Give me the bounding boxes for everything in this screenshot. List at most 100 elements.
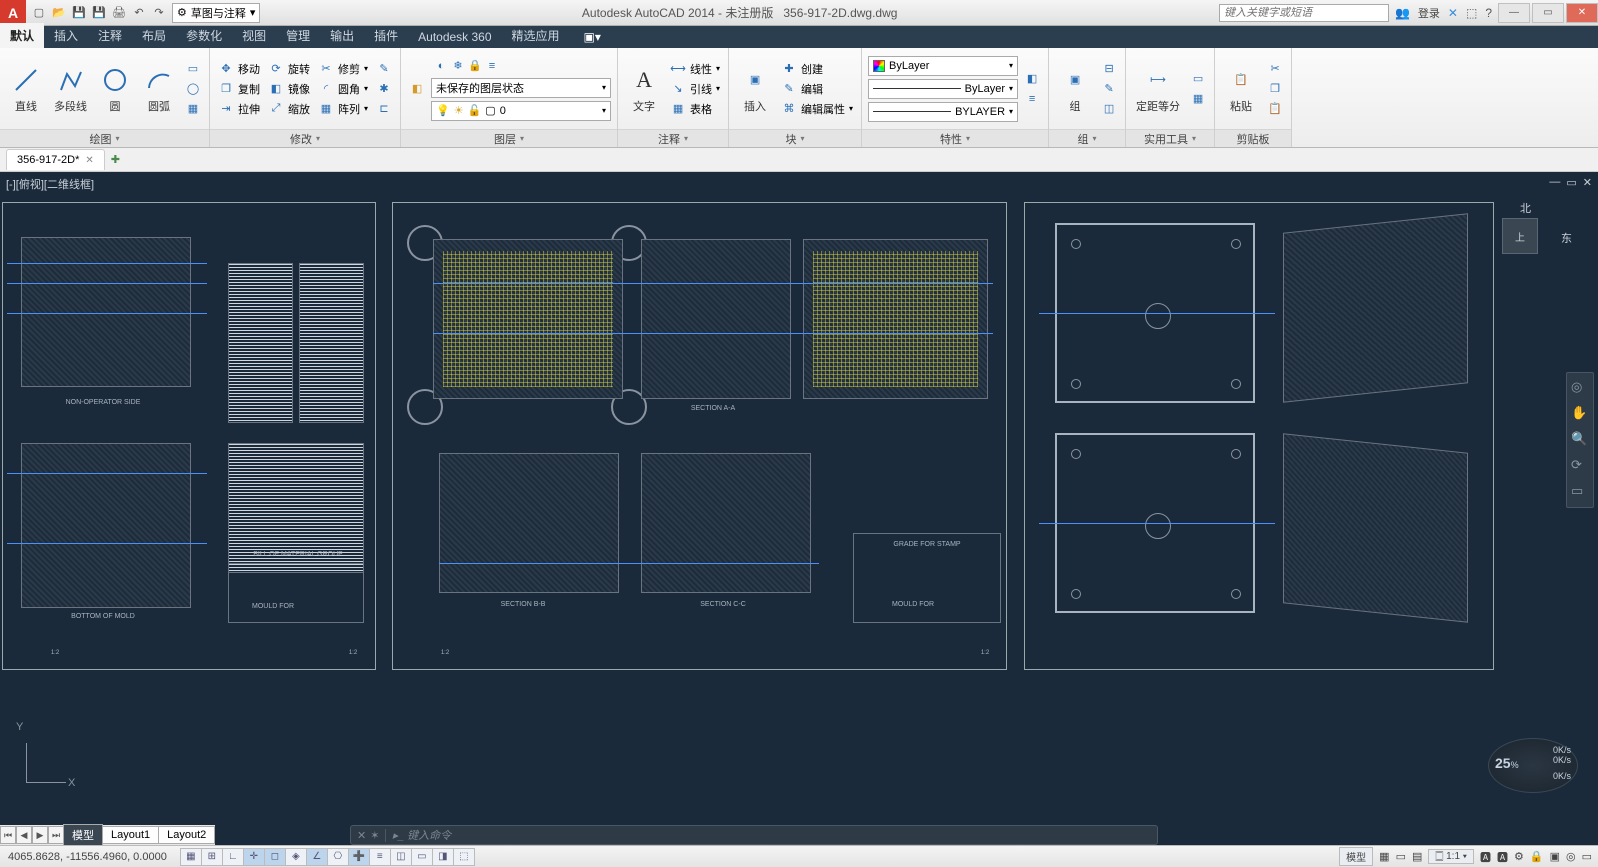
- ribbon-tab-manage[interactable]: 管理: [276, 23, 320, 48]
- ungroup-icon[interactable]: ⊟: [1099, 60, 1119, 78]
- layout-tab-model[interactable]: 模型: [63, 824, 103, 846]
- hatch-icon[interactable]: ▦: [183, 100, 203, 118]
- select-icon[interactable]: ▭: [1188, 70, 1208, 88]
- 3dosnap-toggle[interactable]: ◈: [285, 848, 307, 866]
- layer-current-combo[interactable]: 💡☀🔓▢0▾: [431, 101, 611, 121]
- erase-icon[interactable]: ✎: [374, 60, 394, 78]
- layout-tab-1[interactable]: Layout1: [102, 826, 159, 844]
- nav-zoom-icon[interactable]: 🔍: [1571, 431, 1589, 449]
- ribbon-tab-layout[interactable]: 布局: [132, 23, 176, 48]
- view-cube[interactable]: 北 东 上: [1492, 208, 1562, 278]
- layout-last-icon[interactable]: ⏭: [48, 826, 64, 844]
- otrack-toggle[interactable]: ∠: [306, 848, 328, 866]
- layer-state-combo[interactable]: 未保存的图层状态▾: [431, 78, 611, 98]
- ribbon-tab-default[interactable]: 默认: [0, 23, 44, 48]
- dim-linear-button[interactable]: ⟷线性▾: [668, 60, 722, 78]
- copy-clip-icon[interactable]: ❐: [1265, 80, 1285, 98]
- copy-button[interactable]: ❐复制: [216, 80, 262, 98]
- annotation-scale[interactable]: 🀆 1:1 ▾: [1428, 849, 1474, 864]
- ribbon-tab-a360[interactable]: Autodesk 360: [408, 26, 501, 48]
- group-button[interactable]: ▣组: [1055, 62, 1095, 116]
- login-button[interactable]: 登录: [1418, 5, 1440, 21]
- hardware-accel-icon[interactable]: ▣: [1550, 850, 1560, 863]
- exchange-icon[interactable]: ✕: [1448, 6, 1458, 20]
- group-sel-icon[interactable]: ◫: [1099, 100, 1119, 118]
- rotate-button[interactable]: ⟳旋转: [266, 60, 312, 78]
- move-button[interactable]: ✥移动: [216, 60, 262, 78]
- status-grid-icon[interactable]: ▦: [1379, 850, 1389, 863]
- ribbon-tab-insert[interactable]: 插入: [44, 23, 88, 48]
- saveas-icon[interactable]: 💾: [90, 4, 108, 22]
- nav-wheel-icon[interactable]: ◎: [1571, 379, 1589, 397]
- performance-widget[interactable]: 0K/s 25% 0K/s 0K/s: [1488, 738, 1578, 793]
- arc-button[interactable]: 圆弧: [139, 62, 179, 116]
- file-tab-close-icon[interactable]: ✕: [85, 155, 93, 166]
- polar-toggle[interactable]: ✛: [243, 848, 265, 866]
- status-lock-icon[interactable]: 🔒: [1530, 850, 1544, 863]
- layer-match-icon[interactable]: ≡: [484, 58, 500, 74]
- close-button[interactable]: ✕: [1566, 3, 1598, 23]
- table-button[interactable]: ▦表格: [668, 100, 722, 118]
- app-logo[interactable]: A: [0, 0, 26, 26]
- dynin-toggle[interactable]: ➕: [348, 848, 370, 866]
- cmd-opts-icon[interactable]: ✶: [370, 829, 379, 842]
- am-toggle[interactable]: ⬚: [453, 848, 475, 866]
- grid-toggle[interactable]: ⊞: [201, 848, 223, 866]
- print-icon[interactable]: 🖨: [110, 4, 128, 22]
- ribbon-tab-more[interactable]: ▣▾: [574, 26, 611, 48]
- color-combo[interactable]: ByLayer▾: [868, 56, 1018, 76]
- status-annoscale-icon[interactable]: 🅰: [1480, 849, 1491, 865]
- sc-toggle[interactable]: ◨: [432, 848, 454, 866]
- osnap-toggle[interactable]: ◻: [264, 848, 286, 866]
- ribbon-tab-output[interactable]: 输出: [320, 23, 364, 48]
- redo-icon[interactable]: ↷: [150, 4, 168, 22]
- lineweight-combo[interactable]: BYLAYER▾: [868, 102, 1018, 122]
- layout-next-icon[interactable]: ▶: [32, 826, 48, 844]
- insert-button[interactable]: ▣插入: [735, 62, 775, 116]
- ribbon-tab-annotate[interactable]: 注释: [88, 23, 132, 48]
- polyline-button[interactable]: 多段线: [50, 62, 91, 116]
- ortho-toggle[interactable]: ∟: [222, 848, 244, 866]
- status-annovis-icon[interactable]: 🅰: [1497, 849, 1508, 865]
- scale-button[interactable]: ⤢缩放: [266, 100, 312, 118]
- layer-lock-icon[interactable]: 🔒: [467, 58, 483, 74]
- new-tab-icon[interactable]: ✚: [111, 153, 120, 166]
- group-edit-icon[interactable]: ✎: [1099, 80, 1119, 98]
- signin-icon[interactable]: 👥: [1395, 6, 1410, 20]
- view-min-icon[interactable]: —: [1549, 176, 1560, 189]
- line-button[interactable]: 直线: [6, 62, 46, 116]
- cmd-close-icon[interactable]: ✕: [357, 829, 366, 842]
- layer-prop-icon[interactable]: ◧: [407, 80, 427, 98]
- status-qview-icon[interactable]: ▭: [1396, 850, 1406, 863]
- nav-pan-icon[interactable]: ✋: [1571, 405, 1589, 423]
- trim-button[interactable]: ✂修剪▾: [316, 60, 370, 78]
- view-max-icon[interactable]: ▭: [1566, 176, 1576, 189]
- ribbon-tab-view[interactable]: 视图: [232, 23, 276, 48]
- paste-button[interactable]: 📋粘贴: [1221, 62, 1261, 116]
- paste-spec-icon[interactable]: 📋: [1265, 100, 1285, 118]
- ducs-toggle[interactable]: ⎔: [327, 848, 349, 866]
- view-close-icon[interactable]: ✕: [1583, 176, 1592, 189]
- layer-freeze-icon[interactable]: ❄: [450, 58, 466, 74]
- model-space-label[interactable]: 模型: [1339, 847, 1373, 866]
- viewport-caption[interactable]: [-][俯视][二维线框]: [6, 176, 94, 192]
- linetype-combo[interactable]: ByLayer▾: [868, 79, 1018, 99]
- match-prop-icon[interactable]: ◧: [1022, 70, 1042, 88]
- measure-button[interactable]: ⟼定距等分: [1132, 62, 1184, 116]
- workspace-selector[interactable]: ⚙ 草图与注释 ▾: [172, 3, 260, 23]
- prop-list-icon[interactable]: ≡: [1022, 90, 1042, 108]
- help-search-input[interactable]: [1219, 4, 1389, 22]
- leader-button[interactable]: ↘引线▾: [668, 80, 722, 98]
- fillet-button[interactable]: ◜圆角▾: [316, 80, 370, 98]
- tpy-toggle[interactable]: ◫: [390, 848, 412, 866]
- minimize-button[interactable]: —: [1498, 3, 1530, 23]
- maximize-button[interactable]: ▭: [1532, 3, 1564, 23]
- undo-icon[interactable]: ↶: [130, 4, 148, 22]
- ribbon-tab-parametric[interactable]: 参数化: [176, 23, 232, 48]
- explode-icon[interactable]: ✱: [374, 80, 394, 98]
- text-button[interactable]: A文字: [624, 62, 664, 116]
- view-cube-face[interactable]: 上: [1502, 218, 1538, 254]
- layout-first-icon[interactable]: ⏮: [0, 826, 16, 844]
- workspace-switch-icon[interactable]: ⚙: [1514, 850, 1524, 863]
- snap-toggle[interactable]: ▦: [180, 848, 202, 866]
